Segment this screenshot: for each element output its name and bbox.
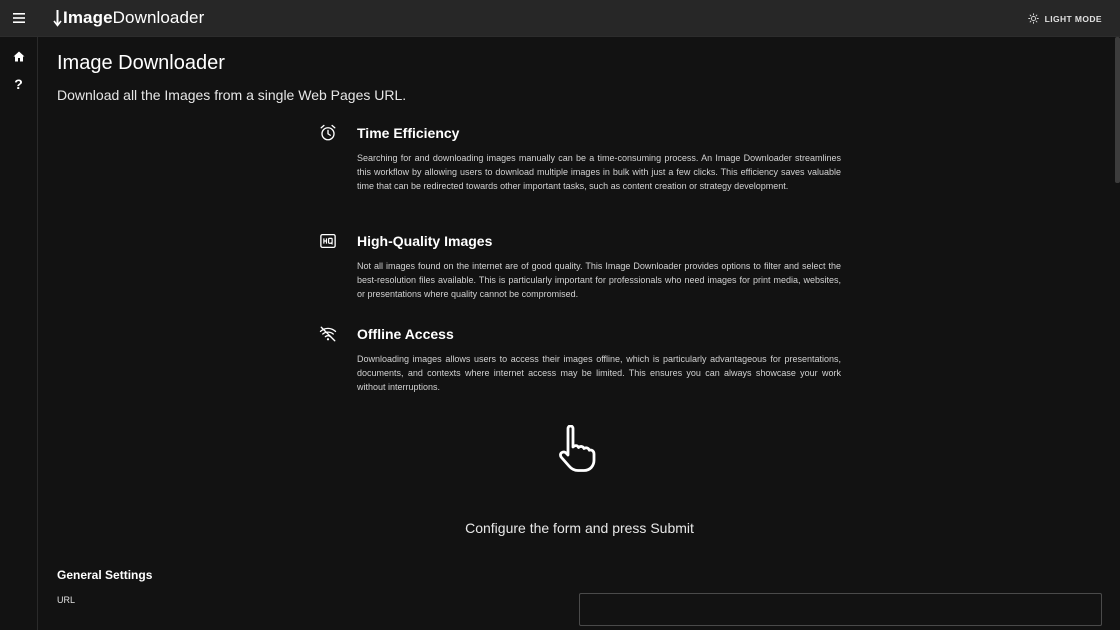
feature-description: Not all images found on the internet are… [357, 261, 841, 299]
hq-icon [320, 233, 336, 249]
light-mode-label: LIGHT MODE [1044, 13, 1102, 24]
app-logo[interactable]: Image Downloader [53, 0, 204, 37]
feature-title: High-Quality Images [357, 233, 493, 249]
download-arrow-icon [53, 10, 62, 27]
url-input[interactable] [579, 593, 1102, 626]
feature-title: Offline Access [357, 326, 454, 342]
question-icon: ? [14, 76, 23, 92]
feature-description: Searching for and downloading images man… [357, 153, 841, 191]
app-bar: Image Downloader LIGHT MODE [0, 0, 1120, 37]
configure-hint: Configure the form and press Submit [465, 520, 694, 536]
general-settings-title: General Settings [57, 568, 153, 582]
menu-button[interactable] [0, 0, 37, 37]
light-mode-button[interactable]: LIGHT MODE [1027, 0, 1102, 37]
sidebar-item-help[interactable]: ? [0, 70, 37, 98]
alarm-clock-icon [320, 124, 336, 141]
logo-text-downloader: Downloader [112, 8, 205, 27]
page-title: Image Downloader [57, 52, 225, 74]
pointing-hand-icon [559, 425, 596, 472]
page-subtitle: Download all the Images from a single We… [57, 87, 407, 103]
url-label: URL [57, 595, 76, 605]
hamburger-icon [12, 13, 25, 23]
logo-text-image: Image [63, 8, 113, 27]
sidebar-item-home[interactable] [0, 42, 37, 70]
sidebar: ? [0, 37, 38, 630]
feature-description: Downloading images allows users to acces… [357, 354, 841, 392]
wifi-off-icon [319, 326, 337, 342]
sun-icon [1027, 13, 1039, 24]
feature-title: Time Efficiency [357, 125, 460, 141]
scrollbar-thumb[interactable] [1115, 37, 1120, 183]
home-icon [13, 51, 24, 61]
